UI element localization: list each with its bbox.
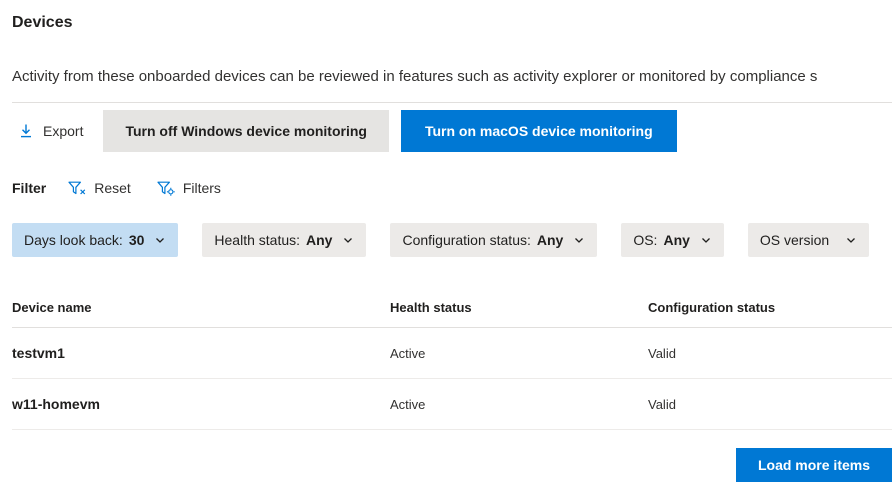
table-header-device-name[interactable]: Device name <box>12 300 390 315</box>
page-title: Devices <box>12 14 892 32</box>
pill-value: Any <box>306 232 332 248</box>
chevron-down-icon <box>845 234 857 246</box>
chevron-down-icon <box>154 234 166 246</box>
filter-pill-health-status[interactable]: Health status: Any <box>202 223 366 257</box>
table-header-row: Device name Health status Configuration … <box>12 287 892 328</box>
filter-pill-os[interactable]: OS: Any <box>621 223 724 257</box>
table-row[interactable]: testvm1 Active Valid <box>12 328 892 379</box>
reset-filters-button[interactable]: Reset <box>68 180 131 196</box>
cell-device-name: testvm1 <box>12 345 390 361</box>
pill-label: Days look back: <box>24 232 123 248</box>
table-header-health-status[interactable]: Health status <box>390 300 648 315</box>
table-header-configuration-status[interactable]: Configuration status <box>648 300 892 315</box>
download-icon <box>18 123 34 139</box>
devices-page: Devices Activity from these onboarded de… <box>0 14 892 482</box>
export-label: Export <box>43 123 83 139</box>
devices-table: Device name Health status Configuration … <box>12 287 892 430</box>
clear-filter-icon <box>68 181 86 196</box>
table-footer: Load more items <box>12 448 892 482</box>
filter-pill-os-version[interactable]: OS version <box>748 223 869 257</box>
filter-pill-days-look-back[interactable]: Days look back: 30 <box>12 223 178 257</box>
page-description: Activity from these onboarded devices ca… <box>12 66 892 88</box>
pill-label: OS version <box>760 232 829 248</box>
pill-value: Any <box>663 232 689 248</box>
turn-on-macos-monitoring-button[interactable]: Turn on macOS device monitoring <box>401 110 677 152</box>
table-row[interactable]: w11-homevm Active Valid <box>12 379 892 430</box>
turn-off-windows-monitoring-button[interactable]: Turn off Windows device monitoring <box>103 110 389 152</box>
reset-label: Reset <box>94 180 131 196</box>
filters-label: Filters <box>183 180 221 196</box>
filter-bar: Filter Reset Filters <box>12 178 892 198</box>
chevron-down-icon <box>342 234 354 246</box>
filter-pills-row: Days look back: 30 Health status: Any Co… <box>12 223 892 257</box>
cell-health-status: Active <box>390 397 648 412</box>
cell-configuration-status: Valid <box>648 397 892 412</box>
cell-configuration-status: Valid <box>648 346 892 361</box>
chevron-down-icon <box>700 234 712 246</box>
divider <box>12 102 892 103</box>
filters-button[interactable]: Filters <box>157 180 221 196</box>
pill-label: Configuration status: <box>402 232 530 248</box>
chevron-down-icon <box>573 234 585 246</box>
pill-value: Any <box>537 232 563 248</box>
cell-health-status: Active <box>390 346 648 361</box>
export-button[interactable]: Export <box>12 110 97 152</box>
toolbar: Export Turn off Windows device monitorin… <box>12 110 892 152</box>
filter-settings-icon <box>157 181 175 196</box>
cell-device-name: w11-homevm <box>12 396 390 412</box>
pill-label: Health status: <box>214 232 300 248</box>
load-more-items-button[interactable]: Load more items <box>736 448 892 482</box>
pill-value: 30 <box>129 232 145 248</box>
filter-label: Filter <box>12 180 46 196</box>
pill-label: OS: <box>633 232 657 248</box>
filter-pill-configuration-status[interactable]: Configuration status: Any <box>390 223 597 257</box>
